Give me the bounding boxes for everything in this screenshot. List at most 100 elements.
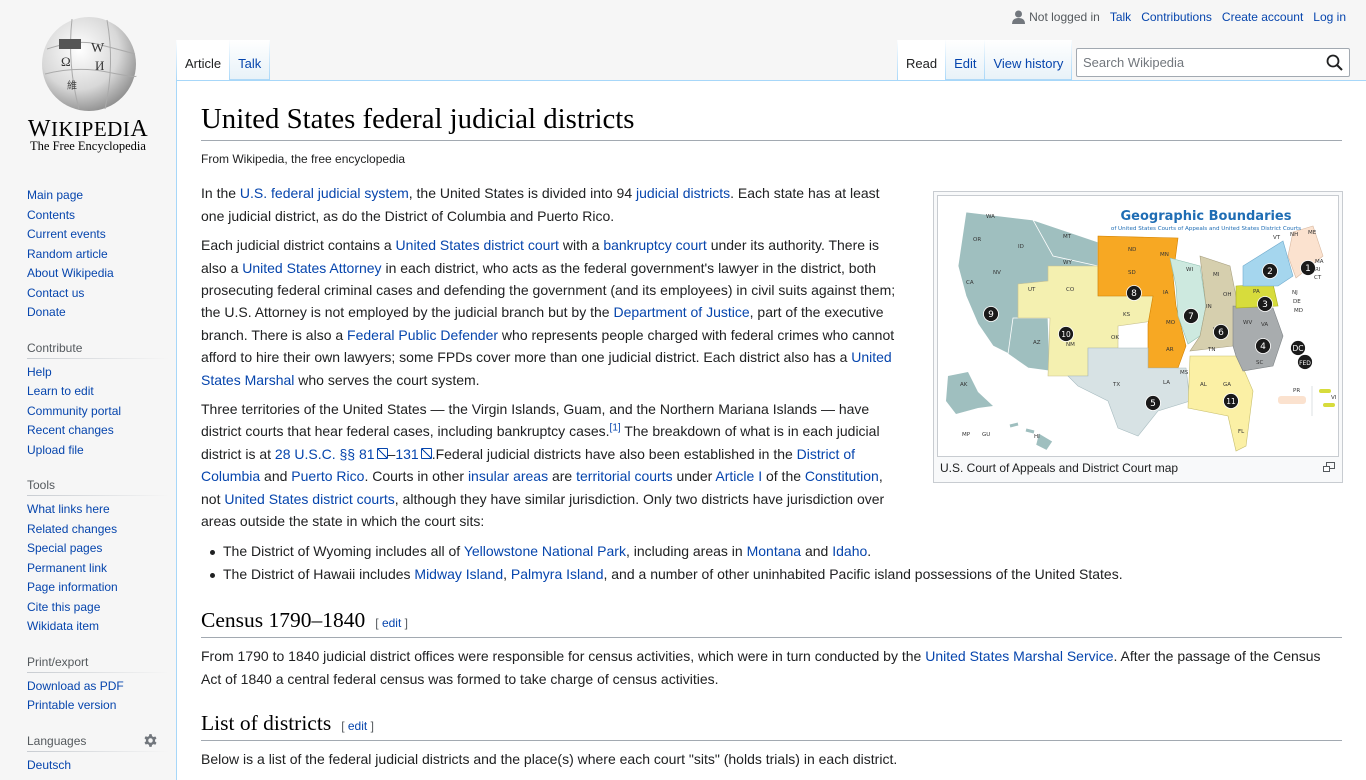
state-label-pr: PR	[1293, 388, 1300, 394]
reference-1[interactable]: [1]	[610, 423, 621, 434]
sidebar-item-download-pdf[interactable]: Download as PDF	[27, 679, 124, 693]
circuit-marker-2: 2	[1262, 263, 1278, 279]
circuit-marker-4: 4	[1255, 338, 1271, 354]
user-icon	[1012, 10, 1026, 24]
svg-text:1: 1	[1305, 264, 1311, 274]
paragraph-intro: In the U.S. federal judicial system, the…	[201, 182, 901, 227]
sidebar-item-help[interactable]: Help	[27, 365, 52, 379]
edit-census-link[interactable]: edit	[382, 616, 401, 630]
create-account-link[interactable]: Create account	[1222, 10, 1303, 24]
contributions-link[interactable]: Contributions	[1141, 10, 1212, 24]
circuit-marker-fed: FED	[1297, 354, 1313, 370]
link-bankruptcy-court[interactable]: bankruptcy court	[603, 237, 707, 253]
sidebar-item-recent-changes[interactable]: Recent changes	[27, 423, 114, 437]
sidebar-item-what-links-here[interactable]: What links here	[27, 502, 110, 516]
log-in-link[interactable]: Log in	[1313, 10, 1346, 24]
map-image[interactable]: Geographic Boundaries of United States C…	[937, 195, 1339, 457]
gear-icon[interactable]	[143, 733, 158, 748]
sidebar-item-page-information[interactable]: Page information	[27, 580, 118, 594]
sidebar-item-permanent-link[interactable]: Permanent link	[27, 561, 107, 575]
text: who serves the court system.	[294, 371, 480, 388]
sidebar-heading-print-export: Print/export	[27, 650, 168, 673]
sidebar-item-about-wikipedia[interactable]: About Wikipedia	[27, 266, 114, 280]
link-midway-island[interactable]: Midway Island	[414, 566, 503, 582]
link-united-states-attorney[interactable]: United States Attorney	[242, 260, 381, 276]
list-item: The District of Wyoming includes all of …	[210, 540, 1342, 562]
map-subtitle: of United States Courts of Appeals and U…	[1111, 226, 1301, 232]
link-yellowstone[interactable]: Yellowstone National Park	[464, 543, 626, 559]
link-palmyra-island[interactable]: Palmyra Island	[511, 566, 604, 582]
link-federal-public-defender[interactable]: Federal Public Defender	[347, 327, 498, 343]
link-territorial-courts[interactable]: territorial courts	[576, 468, 672, 484]
text: and	[801, 542, 833, 559]
not-logged-in-label: Not logged in	[1029, 10, 1100, 24]
sidebar-item-language-deutsch[interactable]: Deutsch	[27, 758, 71, 772]
state-label-mn: MN	[1160, 252, 1169, 258]
bracket: ]	[370, 719, 374, 734]
link-montana[interactable]: Montana	[747, 543, 801, 559]
tab-read[interactable]: Read	[897, 40, 947, 80]
text: with a	[558, 237, 604, 254]
tab-view-history[interactable]: View history	[985, 40, 1073, 80]
text: , and a number of other uninhabited Paci…	[603, 565, 1123, 582]
svg-text:Ω: Ω	[61, 54, 71, 69]
sidebar-item-contents[interactable]: Contents	[27, 208, 75, 222]
link-puerto-rico[interactable]: Puerto Rico	[291, 468, 364, 484]
sidebar-item-contact-us[interactable]: Contact us	[27, 286, 84, 300]
namespace-tabs: Article Talk	[176, 40, 271, 80]
personal-tools: Not logged in Talk Contributions Create …	[1012, 10, 1346, 24]
edit-list-link[interactable]: edit	[348, 719, 367, 733]
link-constitution[interactable]: Constitution	[805, 468, 879, 484]
search-input[interactable]	[1077, 54, 1317, 71]
link-judicial-districts[interactable]: judicial districts	[636, 185, 730, 201]
svg-text:И: И	[95, 58, 104, 73]
sidebar-item-related-changes[interactable]: Related changes	[27, 522, 117, 536]
bracket: [	[375, 616, 379, 631]
sidebar-item-main-page[interactable]: Main page	[27, 188, 83, 202]
state-label-la: LA	[1163, 380, 1170, 386]
link-insular-areas[interactable]: insular areas	[468, 468, 548, 484]
sidebar-item-current-events[interactable]: Current events	[27, 227, 106, 241]
text: .	[867, 542, 872, 559]
text: Below is a list of the federal judicial …	[201, 751, 898, 768]
sidebar-item-community-portal[interactable]: Community portal	[27, 404, 121, 418]
link-united-states-district-court[interactable]: United States district court	[396, 237, 559, 253]
tab-article[interactable]: Article	[176, 40, 231, 80]
state-label-ks: KS	[1123, 312, 1131, 318]
link-article-i[interactable]: Article I	[715, 468, 762, 484]
sidebar-item-donate[interactable]: Donate	[27, 305, 66, 319]
sidebar-item-cite-this-page[interactable]: Cite this page	[27, 600, 100, 614]
list-item: The District of Hawaii includes Midway I…	[210, 563, 1342, 585]
wikipedia-logo[interactable]: W Ω И 維 WIKIPEDIA The Free Encyclopedia	[0, 0, 176, 160]
state-label-ms: MS	[1180, 370, 1189, 376]
sidebar-item-upload-file[interactable]: Upload file	[27, 443, 84, 457]
circuit-marker-9: 9	[983, 306, 999, 322]
sidebar-item-printable-version[interactable]: Printable version	[27, 698, 116, 712]
search-icon[interactable]	[1326, 54, 1343, 71]
link-28-usc-81[interactable]: 28 U.S.C. §§ 81	[275, 446, 388, 462]
state-label-nd: ND	[1128, 247, 1136, 253]
link-131[interactable]: 131	[395, 446, 431, 462]
sidebar-print-export: Print/export Download as PDF Printable v…	[27, 650, 168, 716]
link-us-marshal-service[interactable]: United States Marshal Service	[925, 648, 1113, 664]
link-idaho[interactable]: Idaho	[832, 543, 867, 559]
state-label-nh: NH	[1290, 232, 1298, 238]
state-label-ma: MA	[1315, 259, 1324, 265]
tab-talk[interactable]: Talk	[230, 40, 271, 80]
link-department-of-justice[interactable]: Department of Justice	[613, 304, 749, 320]
link-us-federal-judicial-system[interactable]: U.S. federal judicial system	[240, 185, 409, 201]
tab-edit[interactable]: Edit	[946, 40, 986, 80]
map-thumbnail: Geographic Boundaries of United States C…	[933, 191, 1343, 483]
sidebar-item-random-article[interactable]: Random article	[27, 247, 108, 261]
article-body-wide: The District of Wyoming includes all of …	[201, 540, 1342, 771]
svg-text:9: 9	[988, 310, 994, 320]
personal-talk-link[interactable]: Talk	[1110, 10, 1131, 24]
link-united-states-district-courts[interactable]: United States district courts	[224, 491, 394, 507]
text: . Courts in other	[364, 468, 468, 485]
sidebar-item-special-pages[interactable]: Special pages	[27, 541, 102, 555]
sidebar-item-learn-to-edit[interactable]: Learn to edit	[27, 384, 94, 398]
map-caption: U.S. Court of Appeals and District Court…	[937, 457, 1339, 479]
section-title: List of districts	[201, 711, 332, 736]
enlarge-icon[interactable]	[1323, 462, 1335, 472]
sidebar-item-wikidata-item[interactable]: Wikidata item	[27, 619, 99, 633]
